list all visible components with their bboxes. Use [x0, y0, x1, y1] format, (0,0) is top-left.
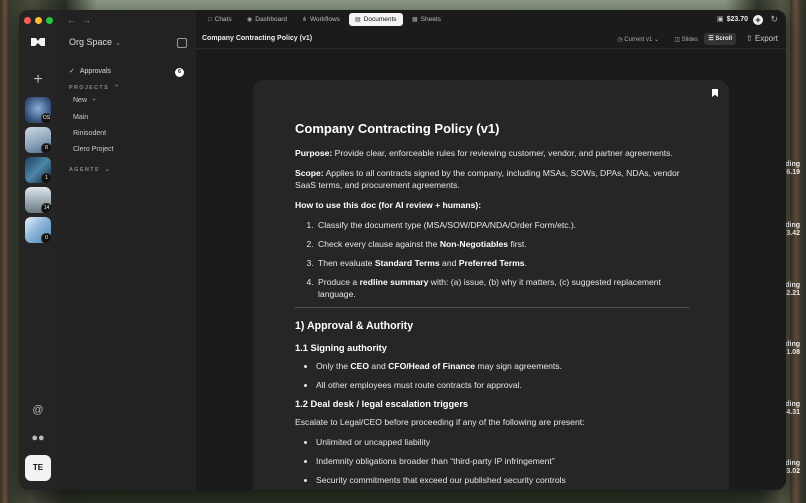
- bullet-list: Unlimited or uncapped liability Indemnit…: [295, 436, 689, 486]
- howto-steps-list: Classify the document type (MSA/SOW/DPA/…: [295, 219, 689, 300]
- desktop-file-label: ding 3.42: [785, 222, 800, 237]
- window-controls: [24, 17, 53, 24]
- approvals-count-badge: 6: [175, 68, 184, 77]
- export-icon: ⇧: [745, 34, 755, 43]
- back-arrow-icon[interactable]: ←: [67, 15, 82, 25]
- chevron-down-icon: ⌄: [104, 167, 112, 173]
- chevron-down-icon: ⌄: [652, 37, 659, 43]
- minimize-window-button[interactable]: [35, 17, 42, 24]
- tab-sheets[interactable]: ▦ Sheets: [406, 13, 447, 26]
- list-item: Unlimited or uncapped liability: [316, 436, 689, 448]
- agents-section-header[interactable]: AGENTS ⌄: [69, 166, 111, 173]
- version-selector[interactable]: ◷ Current v1 ⌄: [617, 36, 659, 43]
- howto-heading: How to use this doc (for AI review + hum…: [295, 200, 482, 210]
- list-item: Indemnity obligations broader than “thir…: [316, 455, 689, 467]
- dashboard-icon: ◉: [247, 17, 253, 23]
- desktop-file-label: ding 6.19: [785, 161, 800, 176]
- desktop-file-label: ding 2.21: [785, 282, 800, 297]
- add-funds-button[interactable]: +: [753, 15, 763, 25]
- escalation-paragraph: Escalate to Legal/CEO before proceeding …: [295, 417, 585, 427]
- history-navigation: ←→: [67, 15, 97, 25]
- section-heading: 1) Approval & Authority: [295, 320, 414, 332]
- workspace-avatar[interactable]: 0: [25, 217, 51, 243]
- scroll-view-button[interactable]: ☰ Scroll: [704, 33, 736, 45]
- mention-icon[interactable]: @: [30, 402, 46, 418]
- team-icon[interactable]: ●●: [30, 430, 46, 446]
- add-workspace-icon[interactable]: +: [30, 72, 46, 88]
- toggle-sidebar-icon[interactable]: [177, 38, 187, 48]
- tab-workflows[interactable]: ⋔ Workflows: [296, 13, 346, 26]
- zoom-window-button[interactable]: [46, 17, 53, 24]
- list-item: Only the CEO and CFO/Head of Finance may…: [316, 360, 689, 372]
- close-window-button[interactable]: [24, 17, 31, 24]
- subsection-heading: 1.2 Deal desk / legal escalation trigger…: [295, 399, 469, 409]
- tab-documents[interactable]: ▤ Documents: [349, 13, 403, 26]
- sidebar-item-project[interactable]: Rinisodent: [73, 130, 106, 137]
- list-item: All other employees must route contracts…: [316, 379, 689, 391]
- new-project-button[interactable]: New +: [73, 97, 96, 104]
- list-item: Check every clause against the Non-Negot…: [316, 238, 689, 250]
- slides-icon: ◫: [674, 37, 682, 43]
- org-switcher[interactable]: Org Space ⌄: [69, 37, 121, 47]
- bookmark-icon[interactable]: [712, 89, 718, 97]
- desktop-file-label: ding 1.08: [785, 341, 800, 356]
- chat-icon: □: [208, 17, 212, 23]
- desktop-file-label: ding 4.31: [785, 401, 800, 416]
- document-heading: Company Contracting Policy (v1): [295, 121, 500, 136]
- list-item: Security commitments that exceed our pub…: [316, 474, 689, 486]
- scope-paragraph: Scope: Applies to all contracts signed b…: [295, 168, 680, 190]
- sidebar-item-project[interactable]: Main: [73, 114, 88, 121]
- document-toolbar: Company Contracting Policy (v1) ◷ Curren…: [196, 32, 786, 49]
- tab-dashboard[interactable]: ◉ Dashboard: [241, 13, 293, 26]
- document-title: Company Contracting Policy (v1): [202, 35, 313, 42]
- workspace-avatar[interactable]: 1: [25, 157, 51, 183]
- sheet-icon: ▦: [412, 17, 418, 23]
- chevron-up-icon: ⌃: [114, 85, 121, 91]
- main-area: □ Chats ◉ Dashboard ⋔ Workflows ▤ Documents …: [196, 10, 786, 490]
- workflow-icon: ⋔: [302, 17, 308, 23]
- tab-chats[interactable]: □ Chats: [202, 13, 238, 26]
- app-window: + OS 8 1 14 0 @ ●● TE ←→ Org Space ⌄ ✓ App…: [19, 10, 786, 490]
- desktop-file-label: ding 3.02: [785, 460, 800, 475]
- workspace-avatar[interactable]: OS: [25, 97, 51, 123]
- refresh-icon[interactable]: ↻: [770, 14, 778, 25]
- export-button[interactable]: ⇧ Export: [746, 34, 778, 43]
- list-item: Then evaluate Standard Terms and Preferr…: [316, 257, 689, 269]
- workspace-avatar[interactable]: 8: [25, 127, 51, 153]
- check-icon: ✓: [69, 68, 75, 75]
- purpose-paragraph: Purpose: Provide clear, enforceable rule…: [295, 148, 673, 158]
- wallet-icon: ▣: [716, 16, 724, 23]
- workspace-avatar[interactable]: 14: [25, 187, 51, 213]
- sidebar-item-approvals[interactable]: ✓ Approvals 6: [69, 66, 184, 78]
- list-item: Classify the document type (MSA/SOW/DPA/…: [316, 219, 689, 231]
- bullet-list: Only the CEO and CFO/Head of Finance may…: [295, 360, 689, 391]
- section-divider: [295, 307, 689, 308]
- subsection-heading: 1.1 Signing authority: [295, 343, 387, 353]
- sidebar: ←→ Org Space ⌄ ✓ Approvals 6 PROJECTS ⌃ New…: [57, 10, 197, 490]
- list-item: Produce a redline summary with: (a) issu…: [316, 276, 689, 300]
- sidebar-item-project[interactable]: Clero Project: [73, 146, 113, 153]
- chevron-down-icon: ⌄: [115, 40, 121, 47]
- forward-arrow-icon[interactable]: →: [82, 15, 97, 25]
- user-avatar[interactable]: TE: [25, 455, 51, 481]
- balance-display[interactable]: ▣ $23.70: [717, 15, 748, 23]
- app-logo-icon: [31, 38, 45, 46]
- top-tab-bar: □ Chats ◉ Dashboard ⋔ Workflows ▤ Documents …: [196, 10, 786, 30]
- slides-view-button[interactable]: ◫ Slides: [674, 36, 698, 43]
- workspace-rail: + OS 8 1 14 0 @ ●● TE: [19, 10, 58, 490]
- document-icon: ▤: [355, 17, 361, 23]
- projects-section-header[interactable]: PROJECTS ⌃: [69, 84, 120, 91]
- document-content: Company Contracting Policy (v1) Purpose:…: [295, 120, 689, 490]
- plus-icon: +: [92, 97, 97, 104]
- document-page[interactable]: Company Contracting Policy (v1) Purpose:…: [253, 80, 729, 490]
